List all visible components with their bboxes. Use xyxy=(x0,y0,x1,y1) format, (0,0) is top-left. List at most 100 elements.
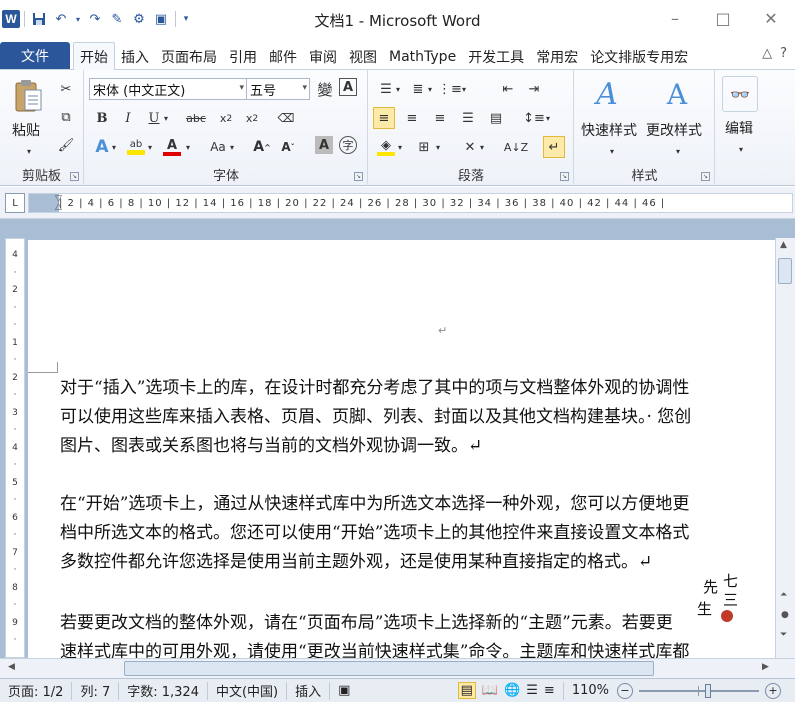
cut-icon[interactable]: ✂ xyxy=(55,78,77,100)
change-case-icon[interactable]: Aa xyxy=(207,136,229,158)
underline-dropdown-icon[interactable]: ▾ xyxy=(161,107,171,129)
macro-record-icon[interactable]: ▣ xyxy=(330,682,358,700)
change-case-dropdown-icon[interactable]: ▾ xyxy=(227,136,237,158)
line-spacing-dropdown-icon[interactable]: ▾ xyxy=(543,107,553,129)
paste-label[interactable]: 粘贴 xyxy=(12,120,40,140)
shading-icon[interactable]: ◈ xyxy=(375,136,397,158)
bold-icon[interactable]: B xyxy=(91,107,113,129)
web-layout-icon[interactable]: 🌐 xyxy=(504,683,520,698)
tab-page-layout[interactable]: 页面布局 xyxy=(155,43,223,70)
font-launcher-icon[interactable]: ↘ xyxy=(354,172,363,181)
close-button[interactable]: ✕ xyxy=(747,4,795,32)
help-icon[interactable]: ? xyxy=(780,46,787,61)
font-color-icon[interactable]: A xyxy=(161,136,183,158)
paragraph-launcher-icon[interactable]: ↘ xyxy=(560,172,569,181)
numbering-dropdown-icon[interactable]: ▾ xyxy=(425,78,435,100)
indent-marker-icon[interactable]: ▽ △ xyxy=(55,195,62,212)
paste-icon[interactable] xyxy=(10,76,46,116)
quick-styles-dropdown-icon[interactable]: ▾ xyxy=(601,140,623,162)
status-column[interactable]: 列: 7 xyxy=(72,681,120,700)
tab-home[interactable]: 开始 xyxy=(73,42,115,70)
vertical-scroll-thumb[interactable] xyxy=(778,258,792,284)
chinese-layout-dropdown-icon[interactable]: ▾ xyxy=(477,136,487,158)
increase-indent-icon[interactable]: ⇥ xyxy=(523,78,545,100)
document-page[interactable]: ↵ 对于“插入”选项卡上的库，在设计时都充分考虑了其中的项与文档整体外观的协调性… xyxy=(28,240,775,658)
scroll-right-icon[interactable]: ▶ xyxy=(762,662,769,672)
tab-common-macros[interactable]: 常用宏 xyxy=(530,43,584,70)
sort-icon[interactable]: A↓Z xyxy=(504,136,528,158)
find-binoculars-icon[interactable]: 👓 xyxy=(722,76,758,112)
line-spacing-icon[interactable]: ↕≡ xyxy=(523,107,545,129)
scroll-up-icon[interactable]: ▲ xyxy=(780,240,787,250)
tab-insert[interactable]: 插入 xyxy=(115,43,155,70)
paste-dropdown-icon[interactable]: ▾ xyxy=(18,140,40,162)
change-styles-dropdown-icon[interactable]: ▾ xyxy=(667,140,689,162)
phonetic-guide-icon[interactable]: 變 xyxy=(314,78,336,100)
align-right-icon[interactable]: ≡ xyxy=(429,107,451,129)
shading-dropdown-icon[interactable]: ▾ xyxy=(395,136,405,158)
tab-mailings[interactable]: 邮件 xyxy=(263,43,303,70)
full-screen-reading-icon[interactable]: 📖 xyxy=(482,683,498,698)
font-color-dropdown-icon[interactable]: ▾ xyxy=(183,136,193,158)
change-styles-label[interactable]: 更改样式 xyxy=(646,120,702,140)
format-painter-icon[interactable]: 🖌 xyxy=(55,134,77,156)
highlight-dropdown-icon[interactable]: ▾ xyxy=(145,136,155,158)
tab-thesis-macros[interactable]: 论文排版专用宏 xyxy=(584,43,694,70)
minimize-button[interactable]: – xyxy=(651,4,699,32)
next-page-icon[interactable]: ⏷ xyxy=(780,630,787,640)
tab-view[interactable]: 视图 xyxy=(343,43,383,70)
status-language[interactable]: 中文(中国) xyxy=(208,681,288,700)
grow-font-icon[interactable]: A ^ xyxy=(251,136,273,158)
multilevel-dropdown-icon[interactable]: ▾ xyxy=(459,78,469,100)
tab-developer[interactable]: 开发工具 xyxy=(462,43,530,70)
browse-object-icon[interactable]: ● xyxy=(781,610,789,620)
zoom-out-icon[interactable]: − xyxy=(617,682,633,699)
minimize-ribbon-icon[interactable]: △ xyxy=(762,46,772,61)
copy-icon[interactable]: ⧉ xyxy=(55,106,77,128)
print-layout-view-icon[interactable]: ▤ xyxy=(457,682,476,699)
decrease-indent-icon[interactable]: ⇤ xyxy=(497,78,519,100)
maximize-button[interactable]: □ xyxy=(699,4,747,32)
editing-label[interactable]: 编辑 xyxy=(725,118,753,138)
align-left-icon[interactable]: ≡ xyxy=(373,107,395,129)
scroll-left-icon[interactable]: ◀ xyxy=(8,662,15,672)
draft-view-icon[interactable]: ≡ xyxy=(544,683,555,698)
align-center-icon[interactable]: ≡ xyxy=(401,107,423,129)
horizontal-ruler[interactable]: | 2 | 4 | 6 | 8 | 10 | 12 | 14 | 16 | 18… xyxy=(28,193,793,213)
shrink-font-icon[interactable]: Aˇ xyxy=(277,136,299,158)
paragraph-2[interactable]: 在“开始”选项卡上，通过从快速样式库中为所选文本选择一种外观，您可以方便地更 档… xyxy=(60,490,775,577)
clear-formatting-icon[interactable]: ⌫ xyxy=(275,107,297,129)
quick-styles-icon[interactable]: A xyxy=(589,76,625,112)
subscript-icon[interactable]: x2 xyxy=(215,107,237,129)
zoom-slider[interactable] xyxy=(639,683,759,699)
highlight-icon[interactable]: ab xyxy=(125,136,147,158)
vertical-ruler[interactable]: 4 · 2 · · 1 · 2 · 3 · 4 · 5 · 6 · 7 · 8 · 9 · xyxy=(5,238,25,658)
show-hide-marks-icon[interactable]: ↵ xyxy=(543,136,565,158)
vertical-scrollbar[interactable]: ▲ ⏶ ● ⏷ xyxy=(775,238,795,658)
text-effects-dropdown-icon[interactable]: ▾ xyxy=(109,136,119,158)
italic-icon[interactable]: I xyxy=(117,107,139,129)
character-shading-icon[interactable]: A xyxy=(315,136,333,154)
zoom-in-icon[interactable]: + xyxy=(765,682,781,699)
enclose-characters-icon[interactable]: 字 xyxy=(339,136,357,154)
zoom-slider-thumb[interactable] xyxy=(705,683,711,698)
tab-file[interactable]: 文件 xyxy=(0,42,70,69)
editing-dropdown-icon[interactable]: ▾ xyxy=(730,138,752,160)
styles-launcher-icon[interactable]: ↘ xyxy=(701,172,710,181)
quick-styles-label[interactable]: 快速样式 xyxy=(581,120,637,140)
multilevel-list-icon[interactable]: ⋮≡ xyxy=(438,78,462,100)
font-size-combo[interactable]: 五号 ▾ xyxy=(246,78,310,100)
paragraph-3[interactable]: 若要更改文档的整体外观，请在“页面布局”选项卡上选择新的“主题”元素。若要更 速… xyxy=(60,609,775,658)
horizontal-scroll-thumb[interactable] xyxy=(124,661,654,676)
clipboard-launcher-icon[interactable]: ↘ xyxy=(70,172,79,181)
outline-view-icon[interactable]: ☰ xyxy=(526,683,538,698)
strikethrough-icon[interactable]: abc xyxy=(185,107,207,129)
status-page[interactable]: 页面: 1/2 xyxy=(0,681,73,700)
distributed-icon[interactable]: ▤ xyxy=(485,107,507,129)
status-words[interactable]: 字数: 1,324 xyxy=(119,681,208,700)
change-styles-icon[interactable]: A xyxy=(659,76,695,112)
paragraph-1[interactable]: 对于“插入”选项卡上的库，在设计时都充分考虑了其中的项与文档整体外观的协调性 可… xyxy=(60,374,775,461)
tab-review[interactable]: 审阅 xyxy=(303,43,343,70)
status-mode[interactable]: 插入 xyxy=(287,681,331,700)
zoom-level[interactable]: 110% xyxy=(564,682,617,700)
